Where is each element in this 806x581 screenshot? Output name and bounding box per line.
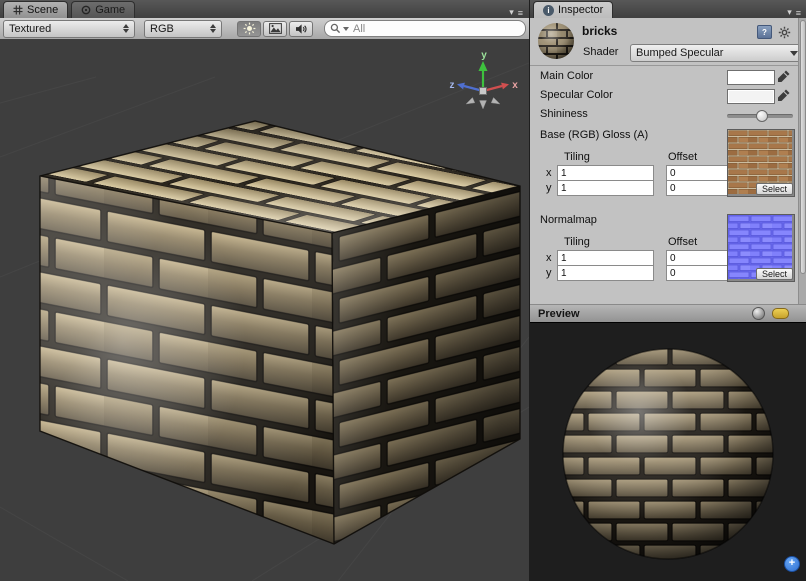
image-icon — [269, 23, 282, 34]
scene-pane: Scene Game ▾ ≡ Textured RGB — [0, 0, 529, 581]
preview-header-buttons — [752, 307, 789, 320]
main-color-swatch[interactable] — [727, 70, 775, 85]
normal-offset-x-input[interactable] — [666, 250, 735, 266]
unity-editor-window: Scene Game ▾ ≡ Textured RGB — [0, 0, 806, 581]
main-color-label: Main Color — [540, 70, 593, 82]
help-icon[interactable]: ? — [757, 25, 772, 39]
specular-color-swatch[interactable] — [727, 89, 775, 104]
base-tiling-x-input[interactable] — [557, 165, 654, 181]
inspector-pane: i Inspector ▾ ≡ — [529, 0, 806, 581]
specular-color-label: Specular Color — [540, 89, 613, 101]
inspector-scrollbar[interactable] — [798, 18, 806, 304]
normal-row-y-label: y — [546, 267, 552, 279]
render-mode-value: RGB — [150, 23, 174, 35]
shininess-slider-thumb[interactable] — [756, 110, 768, 122]
tab-scene[interactable]: Scene — [3, 1, 68, 18]
scene-grid-icon — [13, 5, 23, 15]
normalmap-title: Normalmap — [540, 214, 597, 226]
scene-canvas[interactable]: y x z — [0, 39, 529, 581]
inspector-tabstrip: i Inspector ▾ ≡ — [530, 0, 806, 19]
preview-sphere-canvas — [530, 323, 806, 581]
scene-tabstrip: Scene Game ▾ ≡ — [0, 0, 529, 19]
material-sphere-thumbnail[interactable] — [537, 22, 575, 60]
lighting-toggle-button[interactable] — [237, 21, 261, 37]
main-color-eyedropper-icon[interactable] — [777, 69, 791, 83]
shader-label: Shader — [583, 46, 618, 58]
search-input[interactable] — [351, 22, 520, 36]
tab-game[interactable]: Game — [71, 1, 135, 18]
base-row-y-label: y — [546, 182, 552, 194]
inspector-pane-controls: ▾ ≡ — [781, 7, 806, 18]
scene-toggle-group — [237, 21, 313, 37]
preview-header[interactable]: Preview — [530, 304, 806, 323]
draw-mode-value: Textured — [9, 23, 51, 35]
base-map-title: Base (RGB) Gloss (A) — [540, 129, 648, 141]
preview-title: Preview — [538, 308, 580, 320]
search-icon — [330, 23, 341, 34]
game-tab-icon — [81, 5, 91, 15]
normal-tiling-x-input[interactable] — [557, 250, 654, 266]
header-icons: ? — [757, 25, 791, 39]
pane-menu-icon[interactable]: ≡ — [796, 8, 801, 18]
base-offset-x-input[interactable] — [666, 165, 735, 181]
base-offset-y-input[interactable] — [666, 180, 735, 196]
tab-inspector-label: Inspector — [558, 4, 603, 16]
normal-tiling-y-input[interactable] — [557, 265, 654, 281]
plus-icon[interactable]: + — [784, 556, 800, 572]
base-tiling-label: Tiling — [564, 151, 590, 163]
base-texture-thumbnail[interactable]: Select — [727, 129, 795, 197]
material-header: bricks Shader Bumped Specular ? — [530, 18, 806, 66]
tab-game-label: Game — [95, 4, 125, 16]
pane-menu-icon[interactable]: ≡ — [518, 8, 523, 18]
scene-toolbar: Textured RGB — [0, 18, 529, 40]
sun-icon — [243, 22, 256, 35]
scene-search-field[interactable] — [324, 20, 526, 37]
orientation-gizmo[interactable]: y x z — [450, 50, 519, 109]
preview-light-toggle[interactable] — [772, 308, 789, 319]
shader-dropdown[interactable]: Bumped Specular — [630, 44, 804, 62]
scene-viewport[interactable]: y x z — [0, 39, 529, 581]
inspector-scrollbar-thumb[interactable] — [800, 20, 806, 274]
tab-inspector[interactable]: i Inspector — [533, 1, 613, 18]
audio-toggle-button[interactable] — [289, 21, 313, 37]
specular-color-eyedropper-icon[interactable] — [777, 88, 791, 102]
dropdown-arrows-icon — [210, 24, 216, 33]
inspector-body: bricks Shader Bumped Specular ? Main Col… — [530, 18, 806, 581]
gizmo-z-label: z — [450, 80, 455, 91]
brick-cube[interactable] — [40, 121, 520, 544]
normal-tiling-label: Tiling — [564, 236, 590, 248]
render-mode-dropdown[interactable]: RGB — [144, 20, 222, 38]
chevron-down-icon — [790, 51, 798, 56]
gear-icon[interactable] — [778, 26, 791, 39]
gizmo-x-label: x — [512, 80, 518, 91]
pane-dropdown-icon[interactable]: ▾ — [787, 7, 792, 18]
base-texture-select-button[interactable]: Select — [756, 183, 793, 195]
gizmo-y-label: y — [481, 50, 487, 61]
gizmo-negative-axes[interactable] — [466, 98, 500, 110]
shader-value: Bumped Specular — [636, 47, 723, 59]
preview-mesh-icon[interactable] — [752, 307, 765, 320]
material-name: bricks — [582, 24, 617, 38]
scene-pane-controls: ▾ ≡ — [503, 7, 529, 18]
pane-dropdown-icon[interactable]: ▾ — [509, 7, 514, 18]
normal-offset-label: Offset — [668, 236, 697, 248]
preview-area[interactable]: + — [530, 322, 806, 581]
normal-row-x-label: x — [546, 252, 552, 264]
normalmap-thumbnail[interactable]: Select — [727, 214, 795, 282]
search-filter-caret-icon[interactable] — [343, 27, 349, 31]
base-row-x-label: x — [546, 167, 552, 179]
base-offset-label: Offset — [668, 151, 697, 163]
normal-offset-y-input[interactable] — [666, 265, 735, 281]
normalmap-select-button[interactable]: Select — [756, 268, 793, 280]
tab-scene-label: Scene — [27, 4, 58, 16]
shininess-label: Shininess — [540, 108, 588, 120]
base-tiling-y-input[interactable] — [557, 180, 654, 196]
info-icon: i — [543, 5, 554, 16]
draw-mode-dropdown[interactable]: Textured — [3, 20, 135, 38]
speaker-icon — [295, 23, 308, 35]
skybox-fx-toggle-button[interactable] — [263, 21, 287, 37]
dropdown-arrows-icon — [123, 24, 129, 33]
